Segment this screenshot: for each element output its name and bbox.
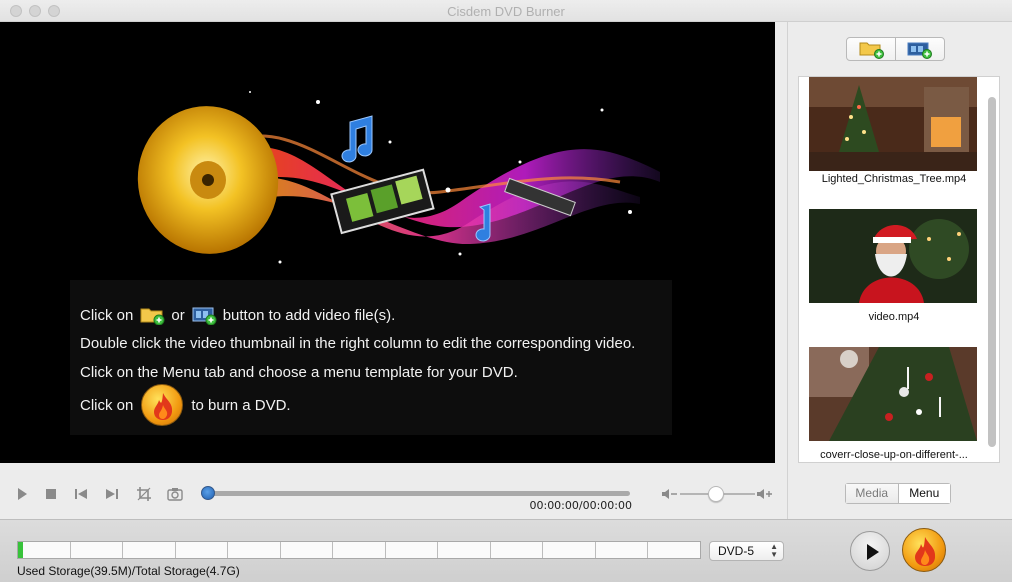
burn-button[interactable] xyxy=(902,528,946,572)
video-preview[interactable]: Click on or button to add video file(s).… xyxy=(0,22,775,463)
media-list-scrollbar[interactable] xyxy=(988,97,996,447)
film-add-icon xyxy=(907,42,932,59)
progress-slider-knob[interactable] xyxy=(201,486,215,500)
video-thumbnail[interactable] xyxy=(809,347,977,441)
film-add-icon xyxy=(191,305,217,326)
storage-usage-text: Used Storage(39.5M)/Total Storage(4.7G) xyxy=(17,564,240,578)
crop-button[interactable] xyxy=(136,486,152,502)
progress-slider[interactable] xyxy=(206,491,630,496)
flame-icon xyxy=(141,384,184,426)
media-panel: Lighted_Christmas_Tree.mp4 video.mp4 cov… xyxy=(787,22,1012,519)
crop-icon xyxy=(137,487,151,501)
tab-menu[interactable]: Menu xyxy=(897,484,950,503)
disc-type-select[interactable]: DVD-5 ▲ ▼ xyxy=(709,541,784,561)
add-folder-button[interactable] xyxy=(847,38,895,60)
tab-media[interactable]: Media xyxy=(846,484,898,503)
status-bar: Used Storage(39.5M)/Total Storage(4.7G) … xyxy=(0,519,1012,582)
instruction-text: Click on xyxy=(80,306,134,324)
volume-slider-knob[interactable] xyxy=(708,486,724,502)
instructions-panel: Click on or button to add video file(s).… xyxy=(70,280,672,435)
instruction-line-1: Click on or button to add video file(s). xyxy=(80,305,396,326)
instruction-text: to burn a DVD. xyxy=(191,396,291,414)
playback-controls: 00:00:00/00:00:00 xyxy=(0,463,787,519)
instruction-text: or xyxy=(171,306,185,324)
media-item-label: Lighted_Christmas_Tree.mp4 xyxy=(821,173,967,185)
instruction-text: Click on xyxy=(80,396,134,414)
instruction-line-2: Double click the video thumbnail in the … xyxy=(80,335,636,352)
camera-icon xyxy=(167,488,183,501)
video-thumbnail[interactable] xyxy=(809,209,977,303)
snapshot-button[interactable] xyxy=(167,486,183,502)
timecode-display: 00:00:00/00:00:00 xyxy=(529,499,632,512)
add-buttons-group xyxy=(846,37,945,61)
storage-used-fill xyxy=(18,542,23,558)
play-icon xyxy=(18,488,27,500)
media-item-label: coverr-close-up-on-different-... xyxy=(820,449,968,461)
folder-add-icon xyxy=(859,42,884,59)
skip-forward-icon xyxy=(106,489,118,499)
media-item-label: video.mp4 xyxy=(868,311,920,323)
volume-up-icon xyxy=(757,489,772,499)
skip-back-icon xyxy=(75,489,87,499)
add-video-button[interactable] xyxy=(895,38,944,60)
volume-down-icon xyxy=(662,489,677,499)
flame-icon xyxy=(915,537,936,566)
instruction-text: button to add video file(s). xyxy=(222,306,396,324)
instruction-line-3: Click on the Menu tab and choose a menu … xyxy=(80,364,518,381)
stop-button[interactable] xyxy=(43,486,59,502)
title-bar: Cisdem DVD Burner xyxy=(0,0,1012,22)
stop-icon xyxy=(46,489,56,499)
storage-usage-bar xyxy=(17,541,701,559)
play-button[interactable] xyxy=(14,486,30,502)
previous-button[interactable] xyxy=(73,486,89,502)
preview-play-button[interactable] xyxy=(850,531,890,571)
window-title: Cisdem DVD Burner xyxy=(447,4,565,19)
next-button[interactable] xyxy=(104,486,120,502)
folder-add-icon xyxy=(139,305,165,326)
stepper-arrows-icon: ▲ ▼ xyxy=(770,542,778,559)
video-thumbnail[interactable] xyxy=(809,77,977,171)
media-thumbnail-list[interactable]: Lighted_Christmas_Tree.mp4 video.mp4 cov… xyxy=(798,76,1000,463)
panel-tab-switcher: Media Menu xyxy=(845,483,951,504)
instruction-line-4: Click on to burn a DVD. xyxy=(80,384,291,426)
disc-type-value: DVD-5 xyxy=(718,544,755,558)
app-window: Cisdem DVD Burner Click on or button to … xyxy=(0,0,1012,582)
play-icon xyxy=(867,544,879,560)
